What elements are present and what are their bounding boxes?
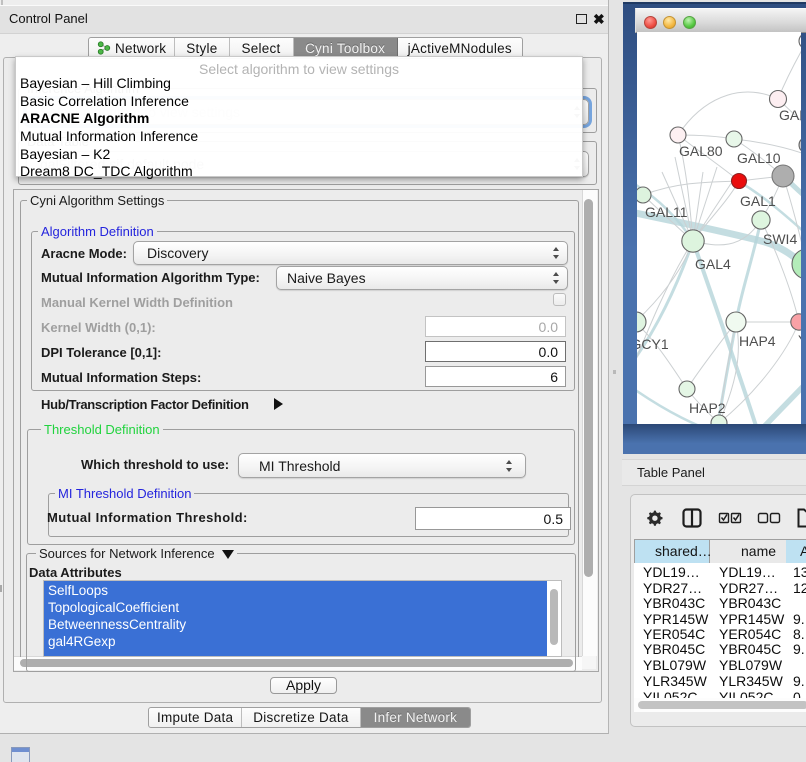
svg-text:GCY1: GCY1 [637, 336, 669, 352]
svg-text:HAP2: HAP2 [689, 400, 726, 416]
svg-text:Y: Y [798, 332, 801, 348]
svg-text:HAP4: HAP4 [739, 333, 776, 349]
svg-text:SWI4: SWI4 [763, 231, 797, 247]
svg-text:GAL4: GAL4 [695, 256, 731, 272]
svg-text:GAL7: GAL7 [779, 107, 801, 123]
svg-text:GAL1: GAL1 [740, 193, 776, 209]
svg-text:GAL80: GAL80 [679, 143, 723, 159]
svg-text:GAL11: GAL11 [645, 204, 688, 220]
svg-text:GAL10: GAL10 [737, 150, 781, 166]
